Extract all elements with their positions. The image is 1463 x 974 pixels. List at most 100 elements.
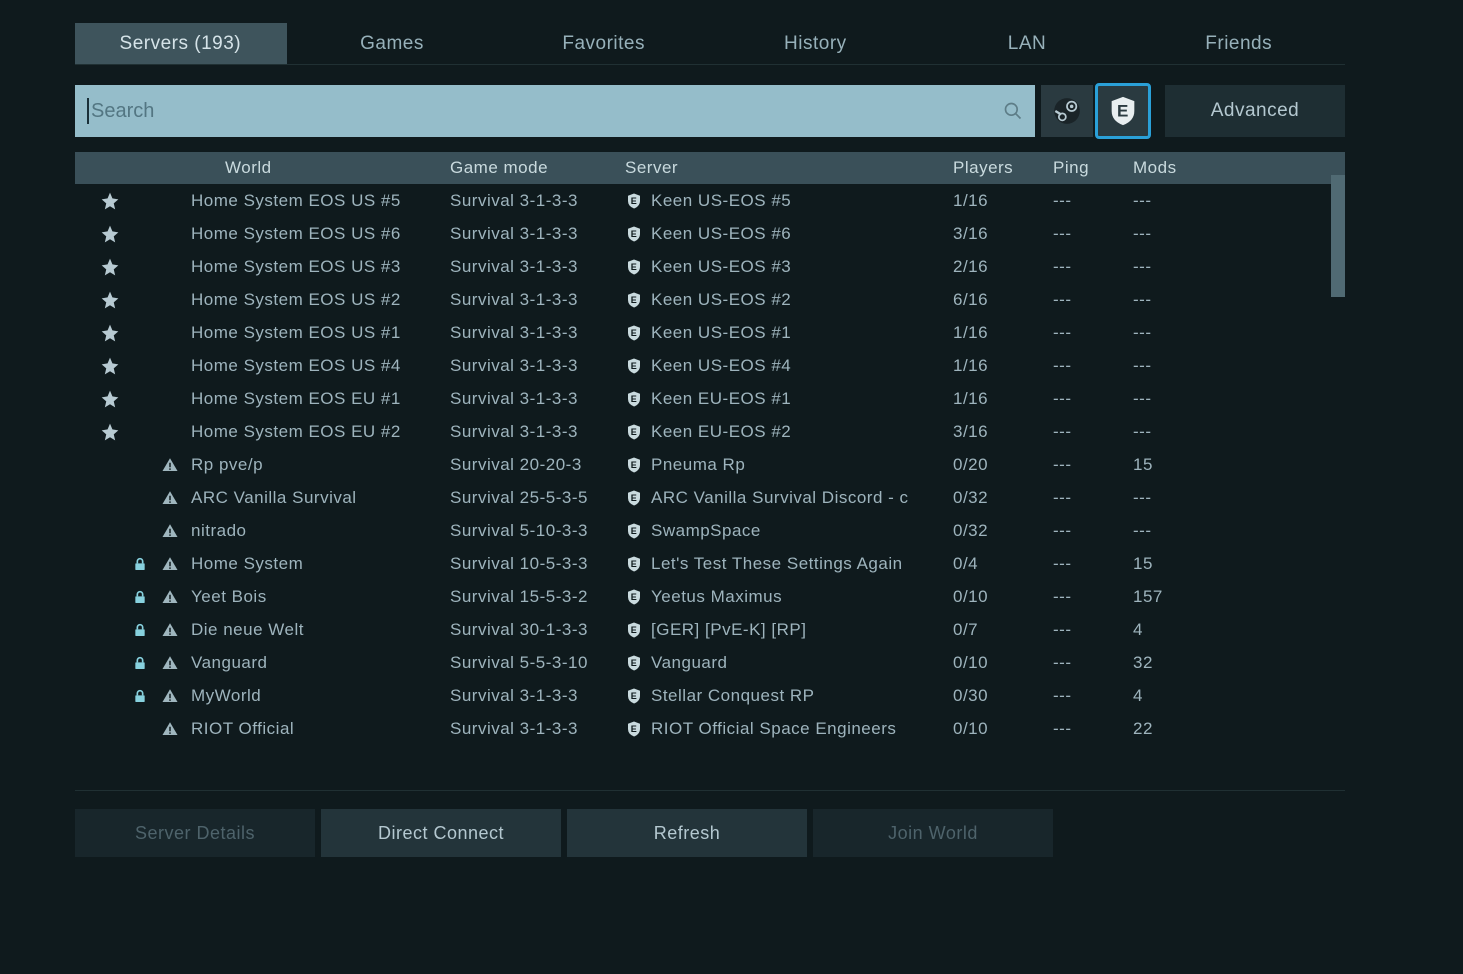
tab-favorites[interactable]: Favorites (498, 23, 710, 64)
server-row[interactable]: Home System EOS US #2 Survival 3-1-3-3 E Ke… (75, 283, 1345, 316)
game-mode: Survival 3-1-3-3 (450, 191, 625, 211)
caret (87, 98, 89, 124)
favorite-icon[interactable] (95, 290, 125, 310)
server-row[interactable]: VanguardSurvival 5-5-3-10EVanguard0/10--… (75, 646, 1345, 679)
tab-history[interactable]: History (710, 23, 922, 64)
game-mode: Survival 20-20-3 (450, 455, 625, 475)
platform-icon: E (625, 258, 643, 276)
server-row[interactable]: Home SystemSurvival 10-5-3-3ELet's Test … (75, 547, 1345, 580)
server-name: Yeetus Maximus (651, 587, 782, 607)
world-name: Home System EOS US #4 (191, 356, 401, 376)
server-row[interactable]: RIOT OfficialSurvival 3-1-3-3ERIOT Offic… (75, 712, 1345, 745)
favorite-icon[interactable] (95, 257, 125, 277)
server-row[interactable]: Home System EOS US #5Survival 3-1-3-3EKe… (75, 184, 1345, 217)
platform-icon: E (625, 621, 643, 639)
server-row[interactable]: Die neue WeltSurvival 30-1-3-3E[GER] [Pv… (75, 613, 1345, 646)
svg-text:E: E (631, 361, 637, 371)
game-mode: Survival 3-1-3-3 (450, 356, 625, 376)
server-name: Keen US-EOS #2 (651, 290, 791, 310)
tab-friends[interactable]: Friends (1133, 23, 1345, 64)
world-name: Yeet Bois (191, 587, 267, 607)
platform-icon: E (625, 687, 643, 705)
platform-icon: E (625, 225, 643, 243)
join-world-button[interactable]: Join World (813, 809, 1053, 857)
svg-text:E: E (631, 625, 637, 635)
header-ping[interactable]: Ping (1053, 158, 1133, 178)
server-list: Home System EOS US #5Survival 3-1-3-3EKe… (75, 184, 1345, 745)
server-row[interactable]: Home System EOS US #3Survival 3-1-3-3EKe… (75, 250, 1345, 283)
platform-icon: E (625, 390, 643, 408)
tab-lan[interactable]: LAN (922, 23, 1134, 64)
mods-count: --- (1133, 191, 1213, 211)
lock-icon (125, 655, 155, 671)
platform-icon: E (625, 654, 643, 672)
search-input[interactable] (91, 100, 1003, 123)
favorite-icon[interactable] (95, 224, 125, 244)
server-row[interactable]: Rp pve/pSurvival 20-20-3EPneuma Rp0/20--… (75, 448, 1345, 481)
mods-count: 4 (1133, 686, 1213, 706)
mods-count: 15 (1133, 455, 1213, 475)
ping-value: --- (1053, 620, 1133, 640)
favorite-icon[interactable] (95, 191, 125, 211)
game-mode: Survival 3-1-3-3 (450, 389, 625, 409)
world-name: Home System EOS EU #2 (191, 422, 401, 442)
server-details-button[interactable]: Server Details (75, 809, 315, 857)
world-name: Home System EOS US #5 (191, 191, 401, 211)
server-name: RIOT Official Space Engineers (651, 719, 896, 739)
server-row[interactable]: Home System EOS EU #1Survival 3-1-3-3EKe… (75, 382, 1345, 415)
server-name: Keen EU-EOS #1 (651, 389, 791, 409)
server-row[interactable]: MyWorldSurvival 3-1-3-3EStellar Conquest… (75, 679, 1345, 712)
scrollbar-thumb[interactable] (1331, 175, 1345, 297)
mods-count: --- (1133, 323, 1213, 343)
lock-icon (125, 556, 155, 572)
favorite-icon[interactable] (95, 323, 125, 343)
favorite-icon[interactable] (95, 422, 125, 442)
tab-servers[interactable]: Servers (193) (75, 23, 287, 64)
platform-icon: E (625, 291, 643, 309)
server-row[interactable]: Home System EOS EU #2Survival 3-1-3-3EKe… (75, 415, 1345, 448)
server-row[interactable]: ARC Vanilla SurvivalSurvival 25-5-3-5EAR… (75, 481, 1345, 514)
mods-count: --- (1133, 224, 1213, 244)
game-mode: Survival 3-1-3-3 (450, 422, 625, 442)
search-box[interactable] (75, 85, 1035, 137)
svg-text:E: E (631, 724, 637, 734)
server-row[interactable]: Home System EOS US #6Survival 3-1-3-3EKe… (75, 217, 1345, 250)
player-count: 0/7 (953, 620, 1053, 640)
header-players[interactable]: Players (953, 158, 1053, 178)
refresh-button[interactable]: Refresh (567, 809, 807, 857)
mods-count: 15 (1133, 554, 1213, 574)
header-mode[interactable]: Game mode (450, 158, 625, 178)
tab-games[interactable]: Games (287, 23, 499, 64)
player-count: 0/20 (953, 455, 1053, 475)
server-row[interactable]: Yeet BoisSurvival 15-5-3-2EYeetus Maximu… (75, 580, 1345, 613)
svg-text:E: E (631, 295, 637, 305)
server-row[interactable]: Home System EOS US #1Survival 3-1-3-3EKe… (75, 316, 1345, 349)
svg-text:E: E (631, 460, 637, 470)
world-name: Home System EOS US #2 (191, 290, 401, 310)
direct-connect-button[interactable]: Direct Connect (321, 809, 561, 857)
header-server[interactable]: Server (625, 158, 953, 178)
steam-filter-button[interactable] (1041, 85, 1093, 137)
eos-shield-icon: E (1106, 94, 1140, 128)
advanced-button[interactable]: Advanced (1165, 85, 1345, 137)
server-row[interactable]: nitradoSurvival 5-10-3-3ESwampSpace0/32-… (75, 514, 1345, 547)
ping-value: --- (1053, 719, 1133, 739)
warning-icon (155, 555, 185, 573)
svg-text:E: E (631, 262, 637, 272)
platform-icon: E (625, 588, 643, 606)
game-mode: Survival 25-5-3-5 (450, 488, 625, 508)
warning-icon (155, 654, 185, 672)
header-world[interactable]: World (155, 158, 450, 178)
header-mods[interactable]: Mods (1133, 158, 1213, 178)
ping-value: --- (1053, 587, 1133, 607)
favorite-icon[interactable] (95, 356, 125, 376)
server-row[interactable]: Home System EOS US #4Survival 3-1-3-3EKe… (75, 349, 1345, 382)
player-count: 6/16 (953, 290, 1053, 310)
ping-value: --- (1053, 455, 1133, 475)
game-mode: Survival 3-1-3-3 (450, 290, 625, 310)
favorite-icon[interactable] (95, 389, 125, 409)
server-name: Vanguard (651, 653, 727, 673)
mods-count: 157 (1133, 587, 1213, 607)
eos-filter-button[interactable]: E (1097, 85, 1149, 137)
svg-text:E: E (1117, 102, 1129, 121)
